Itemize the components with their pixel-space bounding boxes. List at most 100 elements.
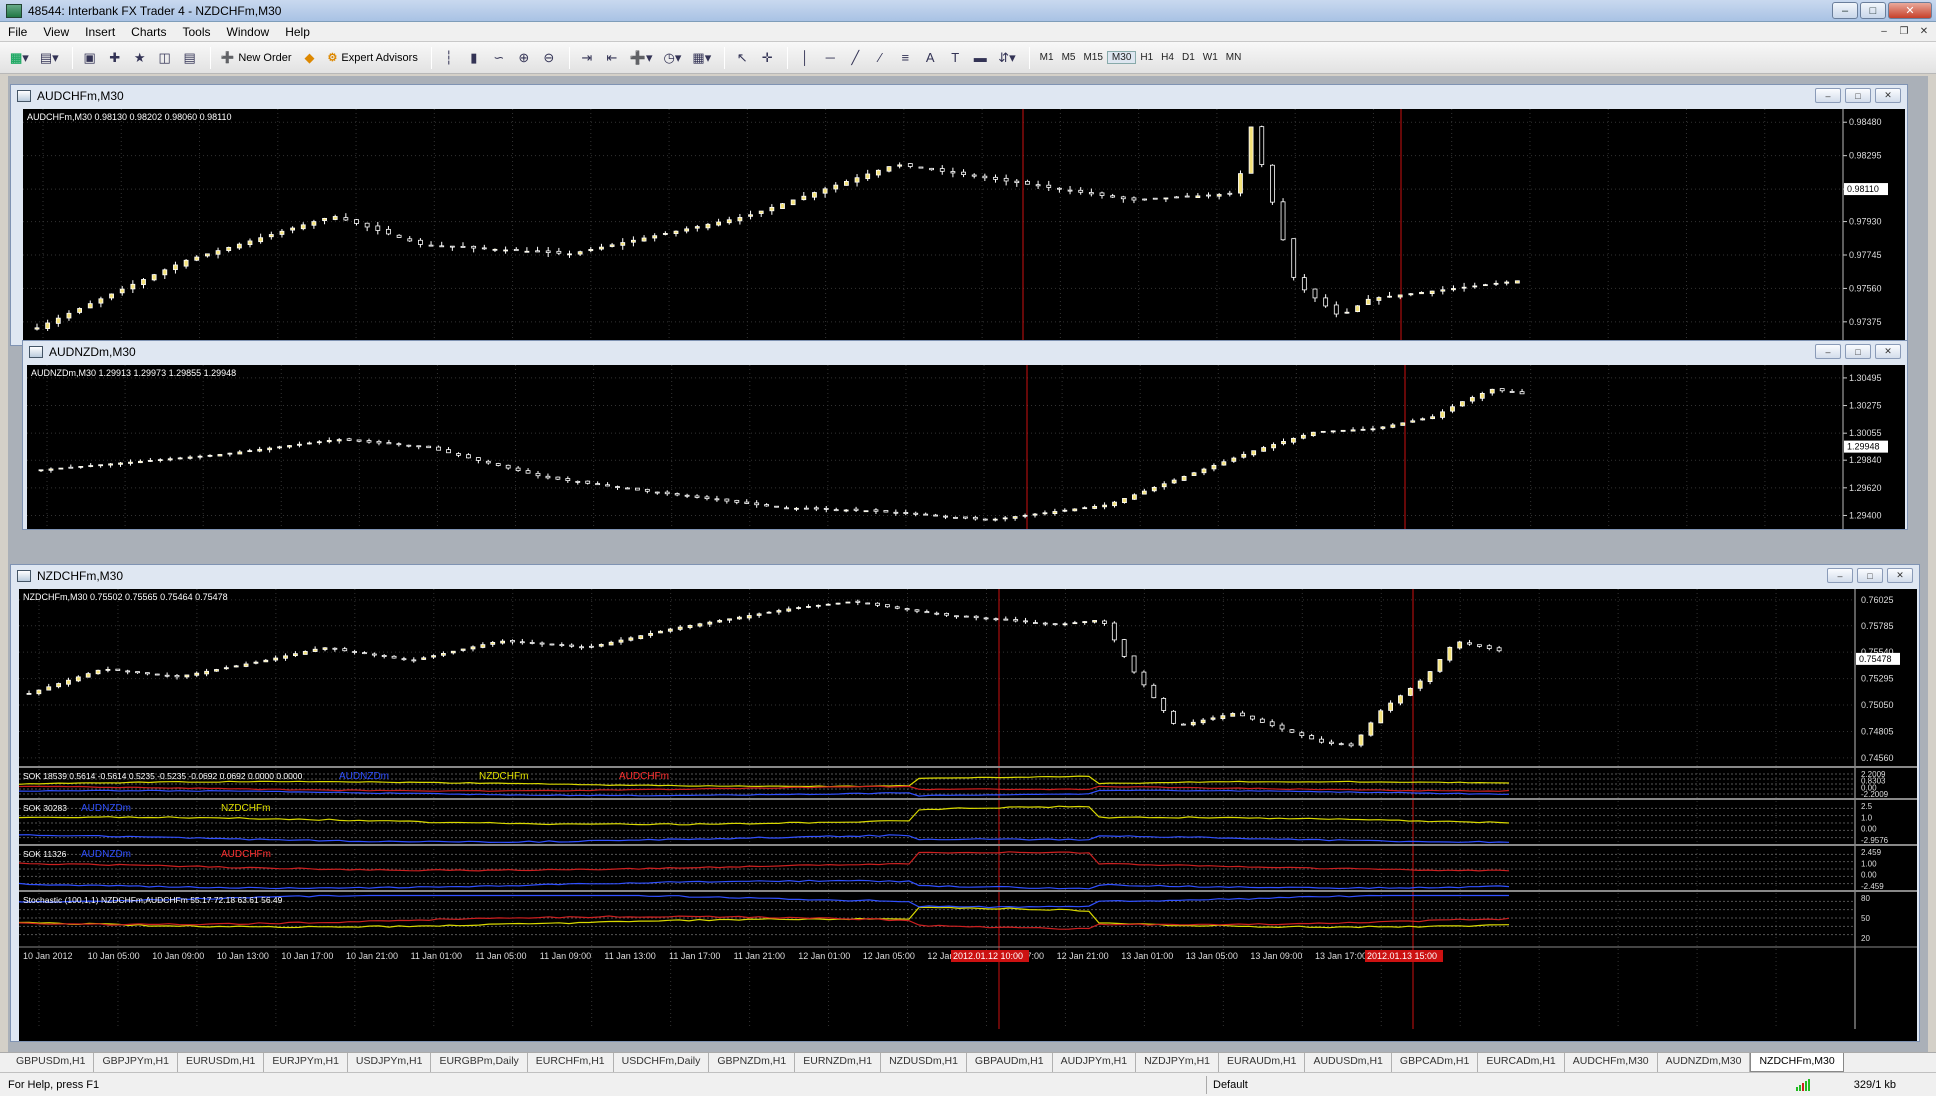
new-chart-icon[interactable]: ▦ ▾ <box>6 47 33 69</box>
chart-tab[interactable]: GBPAUDm,H1 <box>967 1053 1053 1072</box>
chart-maximize-button[interactable]: □ <box>1845 88 1871 103</box>
mdi-restore-icon[interactable]: ❐ <box>1896 24 1912 38</box>
chart-tab[interactable]: GBPJPYm,H1 <box>94 1053 178 1072</box>
metaeditor-icon[interactable]: ◆ <box>299 47 321 69</box>
text-label-icon[interactable]: T <box>944 47 966 69</box>
menu-file[interactable]: File <box>0 25 35 39</box>
menu-view[interactable]: View <box>35 25 77 39</box>
minimize-button[interactable]: – <box>1832 2 1858 19</box>
timeframe-w1[interactable]: W1 <box>1199 52 1222 63</box>
chart-tab[interactable]: GBPCADm,H1 <box>1392 1053 1479 1072</box>
fibonacci-icon[interactable]: ≡ <box>894 47 916 69</box>
mdi-minimize-icon[interactable]: – <box>1876 24 1892 38</box>
auto-scroll-icon[interactable]: ⇥ <box>576 47 598 69</box>
chart-tab[interactable]: NZDCHFm,M30 <box>1750 1053 1844 1072</box>
candle <box>440 653 446 656</box>
new-order-button[interactable]: ➕ New Order <box>217 47 296 69</box>
chart-tab[interactable]: AUDUSDm,H1 <box>1305 1053 1392 1072</box>
timeframe-m5[interactable]: M5 <box>1058 52 1080 63</box>
price-chart-svg: 0.760250.757850.755400.752950.750500.748… <box>19 589 1917 1029</box>
chart-tab[interactable]: USDCHFm,Daily <box>614 1053 710 1072</box>
close-button[interactable]: ✕ <box>1888 2 1932 19</box>
chart-maximize-button[interactable]: □ <box>1857 568 1883 583</box>
chart-maximize-button[interactable]: □ <box>1845 344 1871 359</box>
chart-close-button[interactable]: ✕ <box>1875 88 1901 103</box>
indicators-icon[interactable]: ➕▾ <box>626 47 657 69</box>
chart-minimize-button[interactable]: – <box>1827 568 1853 583</box>
data-window-icon[interactable]: ✚ <box>104 47 126 69</box>
timeframe-m30[interactable]: M30 <box>1106 51 1137 64</box>
candle <box>85 673 91 678</box>
menu-help[interactable]: Help <box>277 25 318 39</box>
crosshair-icon[interactable]: ✛ <box>756 47 778 69</box>
menu-charts[interactable]: Charts <box>123 25 174 39</box>
zoom-in-icon[interactable]: ⊕ <box>513 47 535 69</box>
candle <box>449 245 455 248</box>
expert-advisors-button[interactable]: ⚙ Expert Advisors <box>324 47 422 69</box>
arrows-icon[interactable]: ⇵▾ <box>994 47 1019 69</box>
channel-icon[interactable]: ⁄ <box>869 47 891 69</box>
chart-shift-icon[interactable]: ⇤ <box>601 47 623 69</box>
timeframe-d1[interactable]: D1 <box>1178 52 1199 63</box>
line-chart-icon[interactable]: ∽ <box>488 47 510 69</box>
timeframe-h4[interactable]: H4 <box>1157 52 1178 63</box>
timeframe-h1[interactable]: H1 <box>1136 52 1157 63</box>
timeframe-m1[interactable]: M1 <box>1036 52 1058 63</box>
price-plot[interactable]: 0.76025 0.75785 0.75540 0.75295 0.75050 0.748… <box>19 589 1917 1041</box>
chart-tab[interactable]: GBPNZDm,H1 <box>709 1053 796 1072</box>
chart-tab[interactable]: AUDNZDm,M30 <box>1658 1053 1751 1072</box>
cursor-icon[interactable]: ↖ <box>731 47 753 69</box>
chart-window-audnzd[interactable]: AUDNZDm,M30 – □ ✕ 1.30495 1.30275 1.30055 1… <box>22 340 1908 530</box>
chart-tab[interactable]: EURUSDm,H1 <box>178 1053 265 1072</box>
maximize-button[interactable]: □ <box>1860 2 1886 19</box>
price-axis-label: 0.97745 <box>1849 250 1882 260</box>
chart-tab[interactable]: EURJPYm,H1 <box>264 1053 348 1072</box>
chart-window-nzdchf[interactable]: NZDCHFm,M30 – □ ✕ 0.76025 0.75785 0.75540 0… <box>10 564 1920 1042</box>
bar-chart-icon[interactable]: ┆ <box>438 47 460 69</box>
chart-tab[interactable]: NZDJPYm,H1 <box>1136 1053 1220 1072</box>
price-plot[interactable]: 0.98480 0.98295 0.98110 0.97930 0.97745 0.975… <box>23 109 1905 345</box>
chart-tab[interactable]: AUDCHFm,M30 <box>1565 1053 1658 1072</box>
chart-close-button[interactable]: ✕ <box>1887 568 1913 583</box>
chart-tab[interactable]: AUDJPYm,H1 <box>1053 1053 1137 1072</box>
timeframe-m15[interactable]: M15 <box>1079 52 1106 63</box>
chart-window-audchf[interactable]: AUDCHFm,M30 – □ ✕ 0.984800.982950.981100… <box>10 84 1908 346</box>
chart-tab[interactable]: EURNZDm,H1 <box>795 1053 882 1072</box>
chart-tab[interactable]: GBPUSDm,H1 <box>8 1053 95 1072</box>
terminal-icon[interactable]: ◫ <box>154 47 176 69</box>
chart-tab[interactable]: EURAUDm,H1 <box>1219 1053 1306 1072</box>
zoom-out-icon[interactable]: ⊖ <box>538 47 560 69</box>
candle <box>243 663 249 667</box>
profiles-icon[interactable]: ▤▾ <box>36 47 63 69</box>
menu-tools[interactable]: Tools <box>175 25 219 39</box>
menu-window[interactable]: Window <box>219 25 278 39</box>
chart-minimize-button[interactable]: – <box>1815 344 1841 359</box>
trendline-icon[interactable]: ╱ <box>844 47 866 69</box>
timeframe-mn[interactable]: MN <box>1222 52 1246 63</box>
chart-close-button[interactable]: ✕ <box>1875 344 1901 359</box>
price-plot[interactable]: 1.30495 1.30275 1.30055 1.29840 1.29620 1.294… <box>27 365 1905 529</box>
horizontal-line-icon[interactable]: ─ <box>819 47 841 69</box>
chart-tab[interactable]: USDJPYm,H1 <box>348 1053 432 1072</box>
candle <box>214 669 219 672</box>
market-watch-icon[interactable]: ▣ <box>79 47 101 69</box>
candle <box>428 244 434 247</box>
menu-insert[interactable]: Insert <box>77 25 123 39</box>
chart-tab[interactable]: NZDUSDm,H1 <box>881 1053 967 1072</box>
chart-tab[interactable]: EURCHFm,H1 <box>528 1053 614 1072</box>
candle <box>1419 291 1424 295</box>
navigator-icon[interactable]: ★ <box>129 47 151 69</box>
strategy-tester-icon[interactable]: ▤ <box>179 47 201 69</box>
text-icon[interactable]: A <box>919 47 941 69</box>
rectangle-icon[interactable]: ▬ <box>969 47 991 69</box>
chart-tab[interactable]: EURCADm,H1 <box>1478 1053 1565 1072</box>
chart-tab[interactable]: EURGBPm,Daily <box>431 1053 528 1072</box>
candlestick-icon[interactable]: ▮ <box>463 47 485 69</box>
periods-icon[interactable]: ◷▾ <box>660 47 686 69</box>
mdi-close-icon[interactable]: ✕ <box>1916 24 1932 38</box>
candle <box>332 216 338 220</box>
chart-minimize-button[interactable]: – <box>1815 88 1841 103</box>
candle <box>204 670 210 675</box>
templates-icon[interactable]: ▦▾ <box>688 47 715 69</box>
vertical-line-icon[interactable]: │ <box>794 47 816 69</box>
